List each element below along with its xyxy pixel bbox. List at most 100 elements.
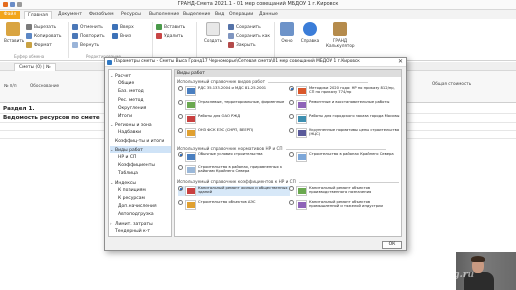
save-as-button[interactable]: Сохранить как <box>228 33 270 39</box>
radio-button[interactable] <box>178 152 183 157</box>
tree-node[interactable]: Коэффиц-ты и итоги <box>110 138 171 145</box>
option-options_c-0[interactable]: Капитальный ремонт жилых и общественных … <box>178 186 290 196</box>
dialog-close-button[interactable]: ✕ <box>398 58 403 65</box>
radio-button[interactable] <box>178 114 183 119</box>
option-picture-icon <box>296 114 307 124</box>
option-options_b-2[interactable]: Строительство в районах, приравненных к … <box>178 165 290 175</box>
tree-node[interactable]: Тендерный к-т <box>110 228 171 235</box>
option-label: Капитальный ремонт жилых и общественных … <box>198 186 288 195</box>
create-button[interactable]: Создать <box>202 22 224 43</box>
floppy-icon <box>228 24 234 30</box>
paste-button[interactable]: Вставить <box>4 22 24 43</box>
tree-node[interactable]: › Лимит. затраты <box>110 220 171 227</box>
option-options_b-1[interactable]: Строительство в районах Крайнего Севера <box>289 152 401 162</box>
radio-button[interactable] <box>289 114 294 119</box>
tree-node[interactable]: Общие <box>118 80 171 87</box>
copy-button[interactable]: Копировать <box>26 33 61 39</box>
watermark: RodisBlog.ru <box>408 270 475 280</box>
settings-tree[interactable]: ⌄ Расчет Общие Баз. метод Рес. метод Округлен… <box>108 69 172 237</box>
picture-swatch <box>186 167 195 173</box>
radio-button[interactable] <box>289 186 294 191</box>
presenter-hair <box>471 256 485 262</box>
window-button[interactable]: Окно <box>278 22 296 43</box>
ok-button[interactable]: ОК <box>382 241 402 249</box>
format-button[interactable]: Формат <box>26 42 52 48</box>
save-button[interactable]: Сохранить <box>228 24 261 30</box>
option-options_a-6[interactable]: ОНЗ ФСК ЕЭС (СНРП, ВЕЕРП) <box>178 128 290 138</box>
radio-button[interactable] <box>289 200 294 205</box>
plus-icon <box>156 24 162 30</box>
option-picture-icon <box>185 165 196 175</box>
document-tab[interactable]: Сметы (0) | № <box>14 63 56 71</box>
cancel-button[interactable]: Отменить <box>72 24 103 30</box>
return-button[interactable]: Вернуть <box>72 42 99 48</box>
tree-node[interactable]: К позициям <box>118 187 171 194</box>
move-down-button[interactable]: Вниз <box>112 33 131 39</box>
option-options_a-7[interactable]: Укрупненные нормативы цены строительства… <box>289 128 401 138</box>
tree-node[interactable]: Доп.начисления <box>118 203 171 210</box>
picture-swatch <box>297 202 306 208</box>
option-options_c-3[interactable]: Капитальный ремонт объектов промышленной… <box>289 200 401 210</box>
option-options_a-4[interactable]: Работы для ОАО РЖД <box>178 114 290 124</box>
tab-file[interactable]: Файл <box>0 11 20 19</box>
tab-resources[interactable]: Ресурсы <box>118 11 144 19</box>
tree-node-label: К позициям <box>118 187 146 193</box>
tab-operations[interactable]: Операции <box>226 11 256 19</box>
insert-button[interactable]: Вставить <box>156 24 185 30</box>
tab-physvolume[interactable]: Физобъем <box>86 11 117 19</box>
tree-node[interactable]: Рес. метод <box>118 97 171 104</box>
dialog-title-bar: Параметры сметы - Сметы Выса Гранд17 Чер… <box>105 58 406 67</box>
option-options_c-1[interactable]: Капитальный ремонт объектов производстве… <box>289 186 401 196</box>
repeat-button[interactable]: Повторить <box>72 33 105 39</box>
option-options_a-1[interactable]: Методики 2020 года: НР по приказу 812/пр… <box>289 86 401 96</box>
radio-button[interactable] <box>178 186 183 191</box>
tab-document[interactable]: Документ <box>55 11 85 19</box>
tab-execution[interactable]: Выполнение <box>146 11 182 19</box>
tree-node[interactable]: Округления <box>118 105 171 112</box>
option-label: Работы для ОАО РЖД <box>198 114 241 118</box>
tree-node[interactable]: Итоги <box>118 113 171 120</box>
radio-button[interactable] <box>289 128 294 133</box>
tree-node[interactable]: ⌄ Расчет <box>110 72 171 79</box>
tree-node[interactable]: К ресурсам <box>118 195 171 202</box>
tree-node[interactable]: НР и СП <box>118 154 171 161</box>
radio-button[interactable] <box>289 100 294 105</box>
tab-home[interactable]: Главная <box>24 11 52 19</box>
option-options_a-2[interactable]: Отраслевые, территориальные, фирменные <box>178 100 290 110</box>
radio-button[interactable] <box>178 86 183 91</box>
radio-button[interactable] <box>178 165 183 170</box>
picture-swatch <box>297 102 306 108</box>
tree-node[interactable]: Надбавки <box>118 129 171 136</box>
tree-node[interactable]: Коэффициенты <box>118 162 171 169</box>
radio-button[interactable] <box>178 128 183 133</box>
picture-swatch <box>186 188 195 194</box>
option-picture-icon <box>185 86 196 96</box>
delete-button[interactable]: Удалить <box>156 33 183 39</box>
option-options_b-0[interactable]: Обычные условия строительства <box>178 152 290 162</box>
close-icon <box>228 42 234 48</box>
tree-node[interactable]: Автоподгрузка <box>118 211 171 218</box>
redo-arrow-icon <box>72 33 78 39</box>
radio-button[interactable] <box>178 200 183 205</box>
calculator-button[interactable]: ГРАНД Калькулятор <box>326 22 355 48</box>
tab-selection[interactable]: Выделение <box>180 11 213 19</box>
option-options_a-3[interactable]: Ремонтные и восстановительные работы <box>289 100 401 110</box>
tree-node[interactable]: ⌄ Индексы <box>110 179 171 186</box>
delete-icon <box>156 33 162 39</box>
tree-node[interactable]: ⌄ Регионы и зона <box>110 121 171 128</box>
tree-node[interactable]: ⌄ Виды работ <box>110 145 171 153</box>
tree-node[interactable]: Баз. метод <box>118 88 171 95</box>
option-label: Строительство в районах, приравненных к … <box>198 165 283 174</box>
move-up-button[interactable]: Вверх <box>112 24 134 30</box>
radio-button[interactable] <box>289 86 294 91</box>
option-options_c-2[interactable]: Строительство объектов АЭС <box>178 200 290 210</box>
option-options_a-5[interactable]: Работы для городского заказа города Моск… <box>289 114 401 124</box>
help-button[interactable]: Справка <box>300 22 320 43</box>
tab-data[interactable]: Данные <box>256 11 281 19</box>
cut-button[interactable]: Вырезать <box>26 24 56 30</box>
radio-button[interactable] <box>178 100 183 105</box>
option-options_a-0[interactable]: РДС 35.133.2004 и МДС 81-25.2001 <box>178 86 290 96</box>
tree-node[interactable]: Таблица <box>118 170 171 177</box>
radio-button[interactable] <box>289 152 294 157</box>
close-doc-button[interactable]: Закрыть <box>228 42 256 48</box>
